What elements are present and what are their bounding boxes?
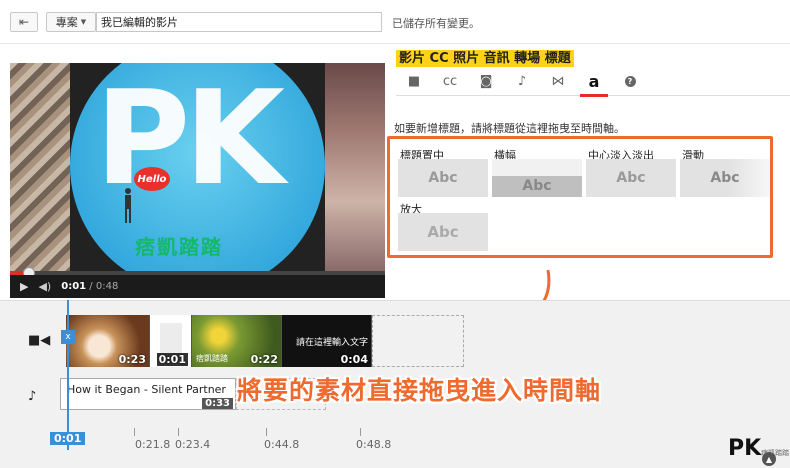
audio-clip[interactable]: How it Began - Silent Partner 0:33 — [60, 378, 236, 410]
clip-label: 請在這裡輸入文字 — [296, 338, 369, 348]
time-ruler: 0:21.8 0:23.4 0:44.8 0:48.8 — [0, 428, 790, 468]
volume-icon[interactable]: ◀) — [38, 280, 51, 293]
preset-thumbnail: Abc — [680, 159, 770, 197]
frame-right-strip — [325, 63, 385, 271]
title-presets-panel: 標題置中 Abc 橫幅 Abc 中心淡入淡出 Abc 滑動 Abc 放大 Abc — [387, 136, 773, 258]
clip-duration: 0:01 — [156, 353, 188, 366]
timeline-current-time: 0:01 — [50, 432, 86, 445]
preset-thumbnail: Abc — [398, 213, 488, 251]
video-player[interactable]: PK Hello 痞凱踏踏 ▶ ◀) 0:01 / 0:48 — [10, 63, 385, 298]
cc-icon: cc — [442, 73, 458, 89]
brand-text: 痞凱踏踏 — [135, 235, 223, 259]
tab-video[interactable]: ■ — [396, 66, 432, 96]
tab-photo[interactable]: ◙ — [468, 66, 504, 96]
clip-white[interactable]: 0:01 — [150, 315, 192, 367]
title-preset-scroll[interactable]: 滑動 Abc — [680, 147, 770, 199]
drag-annotation: 將要的素材直接拖曳進入時間軸 — [237, 376, 602, 405]
tab-title[interactable]: a — [576, 66, 612, 97]
expand-icon[interactable]: ▲ — [762, 452, 776, 466]
logo-text: PK — [728, 436, 762, 461]
back-arrow-icon: ⇤ — [18, 15, 30, 29]
clip-text[interactable]: 請在這裡輸入文字 0:04 — [282, 315, 372, 367]
video-frame: PK Hello 痞凱踏踏 — [10, 63, 385, 271]
tab-cc[interactable]: cc — [432, 66, 468, 96]
duration: / 0:48 — [89, 281, 119, 292]
chevron-down-icon: ▼ — [80, 18, 87, 26]
media-tabs: ■ cc ◙ ♪ ⋈ a? — [396, 66, 790, 97]
tick-label: 0:44.8 — [264, 438, 300, 451]
title-preset-banner[interactable]: 橫幅 Abc — [492, 147, 582, 199]
title-hint: 如要新增標題，請將標題從這裡拖曳至時間軸。 — [394, 122, 625, 135]
current-time: 0:01 — [61, 281, 87, 292]
pk-logo-letters: PK — [95, 63, 285, 214]
title-preset-center[interactable]: 標題置中 Abc — [398, 147, 488, 199]
tab-transition[interactable]: ⋈ — [540, 66, 576, 96]
video-title-input[interactable] — [96, 12, 382, 32]
playhead-remove-icon[interactable]: x — [61, 330, 75, 344]
tick-label: 0:23.4 — [175, 438, 211, 451]
clip-flowers[interactable]: 痞凱踏踏 0:22 — [192, 315, 282, 367]
tick — [360, 428, 361, 436]
video-camera-icon: ■◀ — [28, 333, 51, 348]
top-bar: ⇤ 專案 ▼ 已儲存所有變更。 — [0, 0, 790, 44]
tick — [266, 428, 267, 436]
camera-icon: ◙ — [479, 73, 493, 89]
title-preset-zoom[interactable]: 放大 Abc — [398, 201, 488, 253]
tick-label: 0:48.8 — [356, 438, 392, 451]
project-label: 專案 — [55, 16, 78, 29]
hello-bubble: Hello — [134, 167, 170, 191]
player-controls: ▶ ◀) 0:01 / 0:48 — [10, 275, 385, 298]
title-preset-fade[interactable]: 中心淡入淡出 Abc — [586, 147, 676, 199]
frame-left-strip — [10, 63, 70, 271]
tick — [134, 428, 135, 436]
clip-duration: 0:23 — [118, 353, 146, 366]
music-note-icon: ♪ — [28, 389, 37, 404]
preset-thumbnail: Abc — [492, 159, 582, 197]
preset-thumbnail: Abc — [586, 159, 676, 197]
tab-audio[interactable]: ♪ — [504, 66, 540, 96]
tick — [178, 428, 179, 436]
video-camera-icon: ■ — [407, 73, 421, 89]
clip-latte[interactable]: 0:23 — [66, 315, 150, 367]
person-silhouette-icon — [125, 188, 131, 223]
help-icon: ? — [624, 75, 636, 87]
clip-duration: 0:04 — [340, 353, 368, 366]
play-icon[interactable]: ▶ — [20, 280, 28, 293]
tick-label: 0:21.8 — [135, 438, 171, 451]
drop-zone[interactable] — [372, 315, 464, 367]
text-icon: a — [588, 71, 600, 91]
back-button[interactable]: ⇤ — [10, 12, 38, 32]
clip-thumbnail — [160, 323, 182, 353]
transition-icon: ⋈ — [551, 73, 565, 89]
save-status: 已儲存所有變更。 — [392, 17, 480, 30]
video-track: 0:23 0:01 痞凱踏踏 0:22 請在這裡輸入文字 0:04 — [66, 315, 372, 367]
clip-duration: 0:22 — [250, 353, 278, 366]
pk-logo: PK痞凱踏踏 — [728, 436, 789, 461]
audio-duration: 0:33 — [202, 398, 233, 409]
project-dropdown[interactable]: 專案 ▼ — [46, 12, 96, 32]
tab-help[interactable]: ? — [612, 66, 648, 96]
preset-thumbnail: Abc — [398, 159, 488, 197]
audio-title: How it Began - Silent Partner — [67, 383, 226, 396]
music-note-icon: ♪ — [517, 73, 527, 89]
clip-label: 痞凱踏踏 — [196, 354, 228, 363]
tabs-annotation: 影片 CC 照片 音訊 轉場 標題 — [396, 50, 574, 67]
